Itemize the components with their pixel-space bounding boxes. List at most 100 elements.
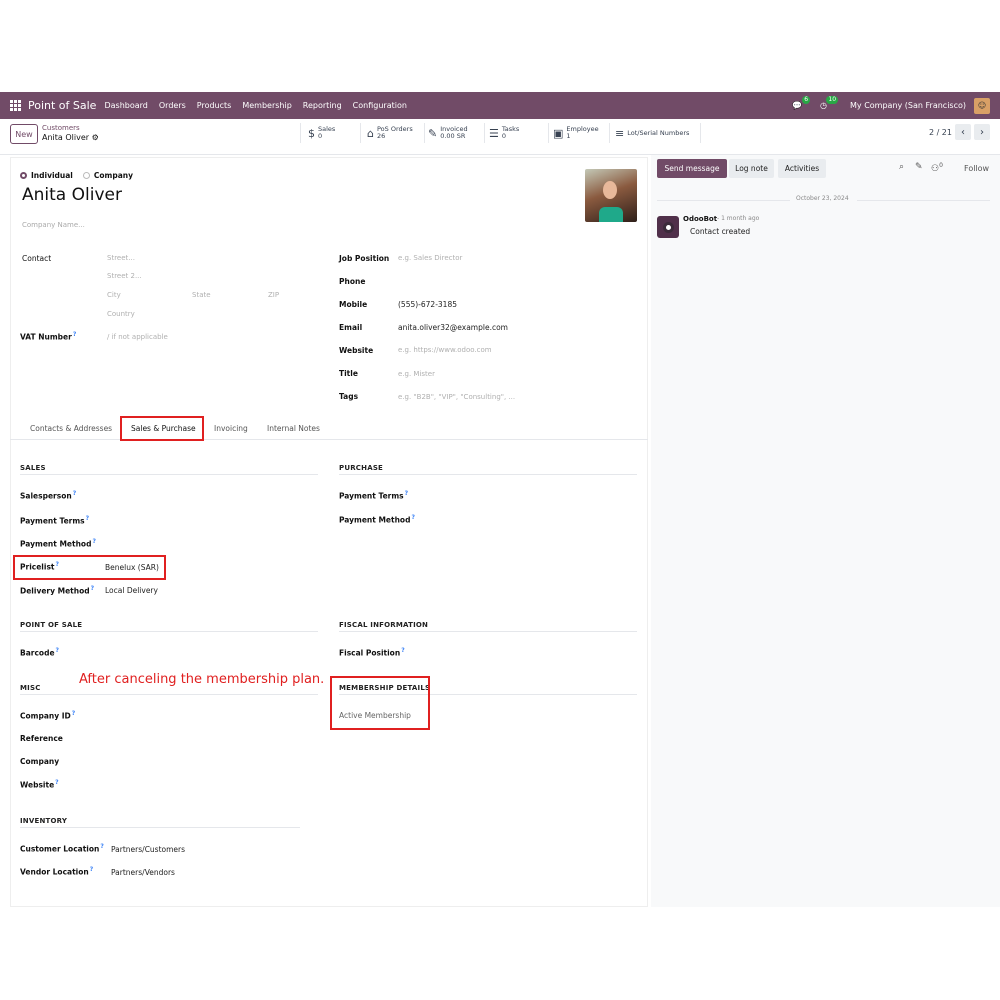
customer-location-field[interactable]: Partners/Customers [111,845,185,854]
user-avatar[interactable]: ☺ [974,97,990,114]
top-navbar: Point of Sale Dashboard Orders Products … [0,92,1000,119]
phone-label: Phone [339,277,366,286]
tasks-icon: ☰ [489,126,499,140]
delivery-method-field[interactable]: Local Delivery [105,586,158,595]
odoobot-avatar [657,216,679,238]
job-position-input[interactable]: e.g. Sales Director [398,254,462,262]
tab-invoicing[interactable]: Invoicing [214,424,248,433]
smart-button-pos-orders[interactable]: ⌂ PoS Orders 26 [367,123,413,143]
barcode-label: Barcode? [20,647,60,658]
pager-previous-icon[interactable]: ‹ [955,124,971,140]
app-name[interactable]: Point of Sale [28,99,96,112]
message-body: Contact created [690,227,751,236]
breadcrumb-customers[interactable]: Customers [42,123,99,133]
tags-label: Tags [339,392,359,401]
breadcrumb: Customers Anita Oliver ⚙ [42,123,99,143]
mobile-label: Mobile [339,300,368,309]
nav-configuration[interactable]: Configuration [353,101,407,110]
salesperson-label: Salesperson? [20,490,77,501]
nav-products[interactable]: Products [197,101,232,110]
reference-label: Reference [20,734,63,743]
country-input[interactable]: Country [107,310,135,318]
pos-section-title: POINT OF SALE [20,621,83,629]
tab-internal-notes[interactable]: Internal Notes [267,424,320,433]
vat-input[interactable]: / if not applicable [107,333,168,341]
messages-icon[interactable]: 💬 6 [792,95,811,111]
nav-orders[interactable]: Orders [159,101,186,110]
pager-next-icon[interactable]: › [974,124,990,140]
send-message-button[interactable]: Send message [657,159,727,178]
street2-input[interactable]: Street 2... [107,272,142,280]
tags-input[interactable]: e.g. "B2B", "VIP", "Consulting", ... [398,393,515,401]
state-input[interactable]: State [192,291,211,299]
notebook-tabs: Contacts & Addresses Sales & Purchase In… [10,416,648,440]
purchase-payment-terms-label: Payment Terms? [339,490,409,501]
log-note-button[interactable]: Log note [729,159,774,178]
email-input[interactable]: anita.oliver32@example.com [398,323,508,332]
smart-button-lots[interactable]: ≡ Lot/Serial Numbers [615,123,689,143]
followers-icon[interactable]: ⚇0 [931,162,943,174]
mobile-input[interactable]: (555)-672-3185 [398,300,457,309]
fiscal-section-title: FISCAL INFORMATION [339,621,429,629]
title-label: Title [339,369,358,378]
vendor-location-field[interactable]: Partners/Vendors [111,868,175,877]
list-icon: ≡ [615,126,625,140]
zip-input[interactable]: ZIP [268,291,279,299]
title-input[interactable]: e.g. Mister [398,370,435,378]
company-id-label: Company ID? [20,710,76,721]
sales-payment-method-label: Payment Method? [20,538,96,549]
delivery-method-label: Delivery Method? [20,585,95,596]
gear-icon[interactable]: ⚙ [92,133,99,142]
website-label: Website [339,346,374,355]
company-type-selector: Individual Company [20,171,133,180]
customer-location-label: Customer Location? [20,843,104,854]
message-time: - 1 month ago [717,215,760,222]
radio-individual[interactable] [20,172,27,179]
misc-section-title: MISC [20,684,41,692]
follow-button[interactable]: Follow [964,164,989,173]
apps-menu-icon[interactable] [10,100,21,111]
smart-button-invoiced[interactable]: ✎ Invoiced 0.00 SR [428,123,468,143]
new-button[interactable]: New [10,124,38,144]
smart-button-sales[interactable]: $ Sales 0 [308,123,335,143]
radio-company[interactable] [82,172,90,179]
company-name-input[interactable]: Company Name... [22,221,85,229]
purchase-section-title: PURCHASE [339,464,384,472]
inventory-section-title: INVENTORY [20,817,68,825]
company-switcher[interactable]: My Company (San Francisco) [850,101,966,110]
pager-value[interactable]: 2 / 21 [929,128,952,137]
control-panel: New Customers Anita Oliver ⚙ $ Sales 0 ⌂ … [0,119,1000,155]
activities-button[interactable]: Activities [778,159,826,178]
date-separator-text: October 23, 2024 [796,195,849,202]
messages-badge: 6 [802,95,811,104]
nav-reporting[interactable]: Reporting [303,101,342,110]
shop-icon: ⌂ [367,126,374,140]
partner-name-field[interactable]: Anita Oliver [22,185,122,205]
form-sheet [10,157,648,907]
website-input[interactable]: e.g. https://www.odoo.com [398,346,492,354]
page: Point of Sale Dashboard Orders Products … [0,0,1000,1000]
dollar-icon: $ [308,126,315,140]
nav-dashboard[interactable]: Dashboard [104,101,147,110]
fiscal-position-label: Fiscal Position? [339,647,405,658]
smart-button-tasks[interactable]: ☰ Tasks 0 [489,123,519,143]
street-input[interactable]: Street... [107,254,135,262]
tab-contacts-addresses[interactable]: Contacts & Addresses [30,424,112,433]
smart-button-employee[interactable]: ▣ Employee 1 [553,123,599,143]
job-position-label: Job Position [339,254,390,263]
paperclip-icon[interactable]: ✎ [915,162,923,172]
breadcrumb-current: Anita Oliver [42,133,90,142]
pencil-square-icon: ✎ [428,126,438,140]
city-input[interactable]: City [107,291,121,299]
partner-photo[interactable] [585,169,637,222]
nav-membership[interactable]: Membership [242,101,291,110]
sales-section-title: SALES [20,464,46,472]
email-label: Email [339,323,363,332]
activity-badge: 10 [826,95,839,104]
search-icon[interactable]: ⌕ [899,162,904,172]
message-author[interactable]: OdooBot [683,215,717,223]
vat-label: VAT Number? [20,331,77,342]
annotation-note: After canceling the membership plan. [79,672,325,687]
chatter-panel [651,155,1000,907]
activity-clock-icon[interactable]: ◷ 10 [820,95,839,111]
